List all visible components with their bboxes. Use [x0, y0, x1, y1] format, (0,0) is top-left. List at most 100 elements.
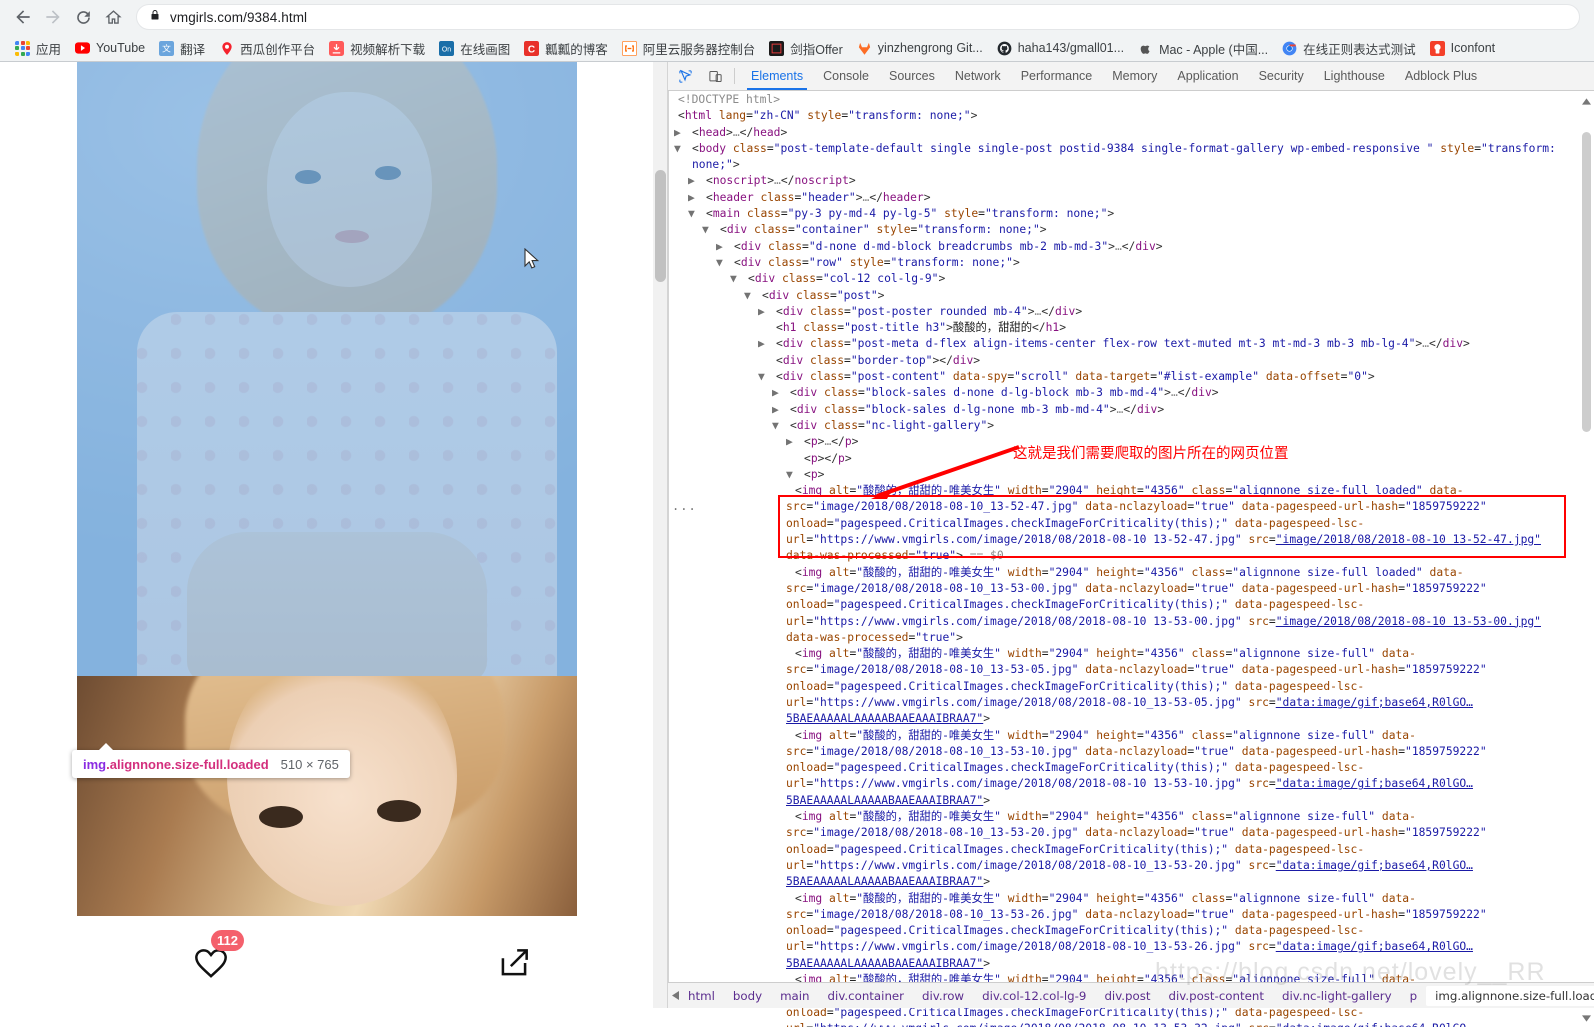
bookmark-4[interactable]: 西瓜创作平台: [212, 37, 322, 59]
bookmark-12[interactable]: Mac - Apple (中国...: [1131, 37, 1275, 59]
inspect-element-icon[interactable]: [672, 64, 698, 88]
disclosure-triangle-icon[interactable]: ▶: [772, 402, 790, 418]
forward-arrow-icon[interactable]: [38, 2, 68, 32]
breadcrumb-item[interactable]: div.col-12.col-lg-9: [973, 986, 1095, 1006]
dom-node-line[interactable]: ▼ <div class="nc-light-gallery">: [668, 418, 1578, 434]
bookmark-6[interactable]: On 在线画图: [432, 37, 517, 59]
bookmark-13[interactable]: 在线正则表达式测试: [1275, 37, 1423, 59]
disclosure-triangle-icon[interactable]: [786, 809, 795, 825]
disclosure-triangle-icon[interactable]: ▶: [758, 304, 776, 320]
bookmark-2[interactable]: YouTube: [68, 37, 152, 59]
scroll-up-arrow-icon[interactable]: [1579, 94, 1594, 108]
breadcrumb-item[interactable]: div.post-content: [1160, 986, 1273, 1006]
devtools-tab-performance[interactable]: Performance: [1011, 62, 1103, 90]
devtools-scrollbar-thumb[interactable]: [1582, 132, 1591, 432]
breadcrumb-item[interactable]: img.alignnone.size-full.loaded: [1426, 985, 1594, 1006]
disclosure-triangle-icon[interactable]: ▶: [758, 336, 776, 352]
bookmark-7[interactable]: C 瓤瓤的博客: [517, 37, 615, 59]
dom-node-line[interactable]: ▶ <div class="post-poster rounded mb-4">……: [668, 304, 1578, 320]
devtools-tab-adblock-plus[interactable]: Adblock Plus: [1395, 62, 1487, 90]
breadcrumb-item[interactable]: div.nc-light-gallery: [1273, 986, 1401, 1006]
dom-node-line[interactable]: ▶ <head>…</head>: [668, 125, 1578, 141]
dom-node-line[interactable]: ▼ <body class="post-template-default sing…: [668, 141, 1578, 174]
disclosure-triangle-icon[interactable]: ▶: [786, 434, 804, 450]
disclosure-triangle-icon[interactable]: [786, 646, 795, 662]
disclosure-triangle-icon[interactable]: [767, 353, 776, 369]
dom-node-line[interactable]: ▼ <div class="col-12 col-lg-9">: [668, 271, 1578, 287]
breadcrumb-item[interactable]: div.container: [819, 986, 913, 1006]
devtools-vertical-scrollbar[interactable]: [1579, 92, 1594, 1027]
dom-node-line[interactable]: <div class="border-top"></div>: [668, 353, 1578, 369]
disclosure-triangle-icon[interactable]: ▶: [716, 239, 734, 255]
breadcrumb-item[interactable]: div.post: [1095, 986, 1159, 1006]
devtools-tab-application[interactable]: Application: [1167, 62, 1248, 90]
disclosure-triangle-icon[interactable]: [786, 565, 795, 581]
dom-node-line[interactable]: ▶ <div class="block-sales d-none d-lg-blo…: [668, 385, 1578, 401]
bookmark-8[interactable]: 阿里云服务器控制台: [615, 37, 763, 59]
disclosure-triangle-icon[interactable]: ▼: [772, 418, 790, 434]
disclosure-triangle-icon[interactable]: [795, 451, 804, 467]
disclosure-triangle-icon[interactable]: ▼: [730, 271, 748, 287]
gallery-image-second[interactable]: [77, 676, 577, 916]
dom-node-line[interactable]: <img alt="酸酸的，甜甜的-唯美女生" width="2904" hei…: [668, 891, 1578, 972]
bookmark-10[interactable]: yinzhengrong Git...: [850, 37, 990, 59]
dom-node-line[interactable]: <html lang="zh-CN" style="transform: non…: [668, 108, 1578, 124]
disclosure-triangle-icon[interactable]: ▶: [688, 190, 706, 206]
dom-node-line[interactable]: ▼ <div class="post">: [668, 288, 1578, 304]
back-arrow-icon[interactable]: [8, 2, 38, 32]
dom-node-line[interactable]: ▼ <div class="row" style="transform: none…: [668, 255, 1578, 271]
like-button[interactable]: 112: [189, 930, 244, 986]
disclosure-triangle-icon[interactable]: ▼: [744, 288, 762, 304]
breadcrumb-scroll-left-icon[interactable]: [672, 991, 679, 1000]
dom-node-line[interactable]: ▶ <div class="d-none d-md-block breadcrum…: [668, 239, 1578, 255]
breadcrumb-item[interactable]: div.row: [913, 986, 973, 1006]
disclosure-triangle-icon[interactable]: ▼: [786, 467, 804, 483]
dom-node-line[interactable]: <!DOCTYPE html>: [668, 92, 1578, 108]
gallery-image-highlighted[interactable]: [77, 62, 577, 676]
bookmark-1[interactable]: 应用: [8, 37, 68, 59]
dom-node-line[interactable]: ▼ <main class="py-3 py-md-4 py-lg-5" styl…: [668, 206, 1578, 222]
home-icon[interactable]: [98, 2, 128, 32]
breadcrumb-item[interactable]: main: [771, 986, 818, 1006]
share-button[interactable]: [495, 944, 533, 982]
devtools-tab-sources[interactable]: Sources: [879, 62, 945, 90]
disclosure-triangle-icon[interactable]: ▶: [674, 125, 692, 141]
disclosure-triangle-icon[interactable]: ▼: [716, 255, 734, 271]
dom-node-line[interactable]: ▼ <div class="post-content" data-spy="scr…: [668, 369, 1578, 385]
dom-node-line[interactable]: <h1 class="post-title h3">酸酸的，甜甜的</h1>: [668, 320, 1578, 336]
reload-icon[interactable]: [68, 2, 98, 32]
dom-node-line[interactable]: ▶ <div class="post-meta d-flex align-item…: [668, 336, 1578, 352]
breadcrumb-item[interactable]: html: [679, 986, 724, 1006]
bookmark-11[interactable]: haha143/gmall01...: [990, 37, 1131, 59]
dom-node-line[interactable]: ▶ <div class="block-sales d-lg-none mb-3 …: [668, 402, 1578, 418]
disclosure-triangle-icon[interactable]: ▼: [674, 141, 692, 157]
dom-tree[interactable]: <!DOCTYPE html> <html lang="zh-CN" style…: [668, 92, 1578, 1027]
dom-node-line[interactable]: <img alt="酸酸的，甜甜的-唯美女生" width="2904" hei…: [668, 565, 1578, 646]
disclosure-triangle-icon[interactable]: ▼: [702, 222, 720, 238]
page-scrollbar-thumb[interactable]: [655, 170, 666, 282]
devtools-tab-elements[interactable]: Elements: [741, 62, 813, 90]
disclosure-triangle-icon[interactable]: [767, 320, 776, 336]
dom-node-line[interactable]: ▼ <p>: [668, 467, 1578, 483]
devtools-tab-network[interactable]: Network: [945, 62, 1011, 90]
bookmark-5[interactable]: 视频解析下载: [322, 37, 432, 59]
disclosure-triangle-icon[interactable]: [669, 108, 678, 124]
dom-node-line[interactable]: <img alt="酸酸的，甜甜的-唯美女生" width="2904" hei…: [668, 809, 1578, 890]
disclosure-triangle-icon[interactable]: [786, 728, 795, 744]
devtools-tab-console[interactable]: Console: [813, 62, 879, 90]
dom-node-line[interactable]: ▶ <noscript>…</noscript>: [668, 173, 1578, 189]
scroll-down-arrow-icon[interactable]: [1579, 1011, 1594, 1025]
breadcrumb-item[interactable]: body: [724, 986, 771, 1006]
disclosure-triangle-icon[interactable]: [786, 891, 795, 907]
disclosure-triangle-icon[interactable]: ▶: [688, 173, 706, 189]
address-bar[interactable]: vmgirls.com/9384.html: [136, 4, 1580, 30]
bookmark-3[interactable]: 文翻译: [152, 37, 212, 59]
bookmark-14[interactable]: Iconfont: [1423, 37, 1502, 59]
devtools-tab-memory[interactable]: Memory: [1102, 62, 1167, 90]
disclosure-triangle-icon[interactable]: ▼: [688, 206, 706, 222]
dom-node-line[interactable]: ▶ <header class="header">…</header>: [668, 190, 1578, 206]
disclosure-triangle-icon[interactable]: [669, 92, 678, 108]
disclosure-triangle-icon[interactable]: ▼: [758, 369, 776, 385]
device-toolbar-icon[interactable]: [702, 64, 728, 88]
page-vertical-scrollbar[interactable]: [653, 62, 668, 1008]
